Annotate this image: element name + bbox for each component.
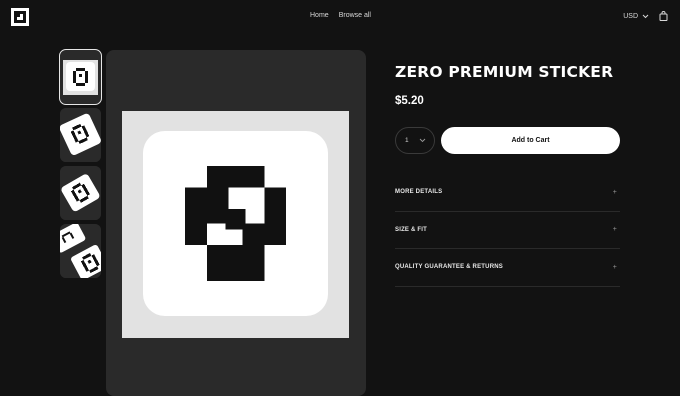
sticker-front-thumbnail — [60, 50, 101, 104]
thumbnail-4[interactable] — [60, 224, 101, 278]
accordion-label: MORE DETAILS — [395, 189, 443, 196]
thumbnail-list — [59, 49, 102, 282]
shopping-bag-icon[interactable] — [659, 11, 668, 21]
sticker-side-thumbnail — [60, 166, 101, 220]
chevron-down-icon — [642, 14, 649, 18]
quantity-value: 1 — [405, 137, 409, 144]
purchase-row: 1 Add to Cart — [395, 127, 620, 154]
sticker-angle-thumbnail — [60, 108, 101, 162]
plus-icon: + — [612, 226, 617, 234]
nav-home-link[interactable]: Home — [310, 12, 329, 19]
pixel-zero-icon — [185, 166, 286, 281]
main-nav: Home Browse all — [310, 12, 371, 19]
currency-selector[interactable]: USD — [623, 13, 649, 20]
sticker-pair-thumbnail — [60, 224, 101, 278]
product-info: ZERO PREMIUM STICKER $5.20 1 Add to Cart… — [395, 50, 620, 287]
header-actions: USD — [623, 11, 668, 21]
zero-sticker — [143, 131, 328, 316]
accordion-quality-returns[interactable]: QUALITY GUARANTEE & RETURNS + — [395, 249, 620, 287]
plus-icon: + — [612, 263, 617, 271]
plus-icon: + — [612, 188, 617, 196]
accordion-label: QUALITY GUARANTEE & RETURNS — [395, 264, 503, 271]
pixel-zero-logo-icon[interactable] — [11, 8, 29, 26]
product-title: ZERO PREMIUM STICKER — [395, 63, 614, 81]
chevron-down-icon — [419, 138, 426, 143]
accordion-size-fit[interactable]: SIZE & FIT + — [395, 212, 620, 249]
product-photo — [122, 111, 349, 338]
accordion-more-details[interactable]: MORE DETAILS + — [395, 174, 620, 212]
thumbnail-2[interactable] — [60, 108, 101, 162]
accordion-label: SIZE & FIT — [395, 226, 427, 233]
main-product-image[interactable] — [106, 50, 366, 396]
thumbnail-1[interactable] — [59, 49, 102, 105]
quantity-select[interactable]: 1 — [395, 127, 435, 154]
add-to-cart-button[interactable]: Add to Cart — [441, 127, 620, 154]
thumbnail-3[interactable] — [60, 166, 101, 220]
nav-browse-all-link[interactable]: Browse all — [339, 12, 371, 19]
product-price: $5.20 — [395, 95, 424, 107]
product-accordion: MORE DETAILS + SIZE & FIT + QUALITY GUAR… — [395, 174, 620, 287]
currency-label: USD — [623, 12, 638, 20]
